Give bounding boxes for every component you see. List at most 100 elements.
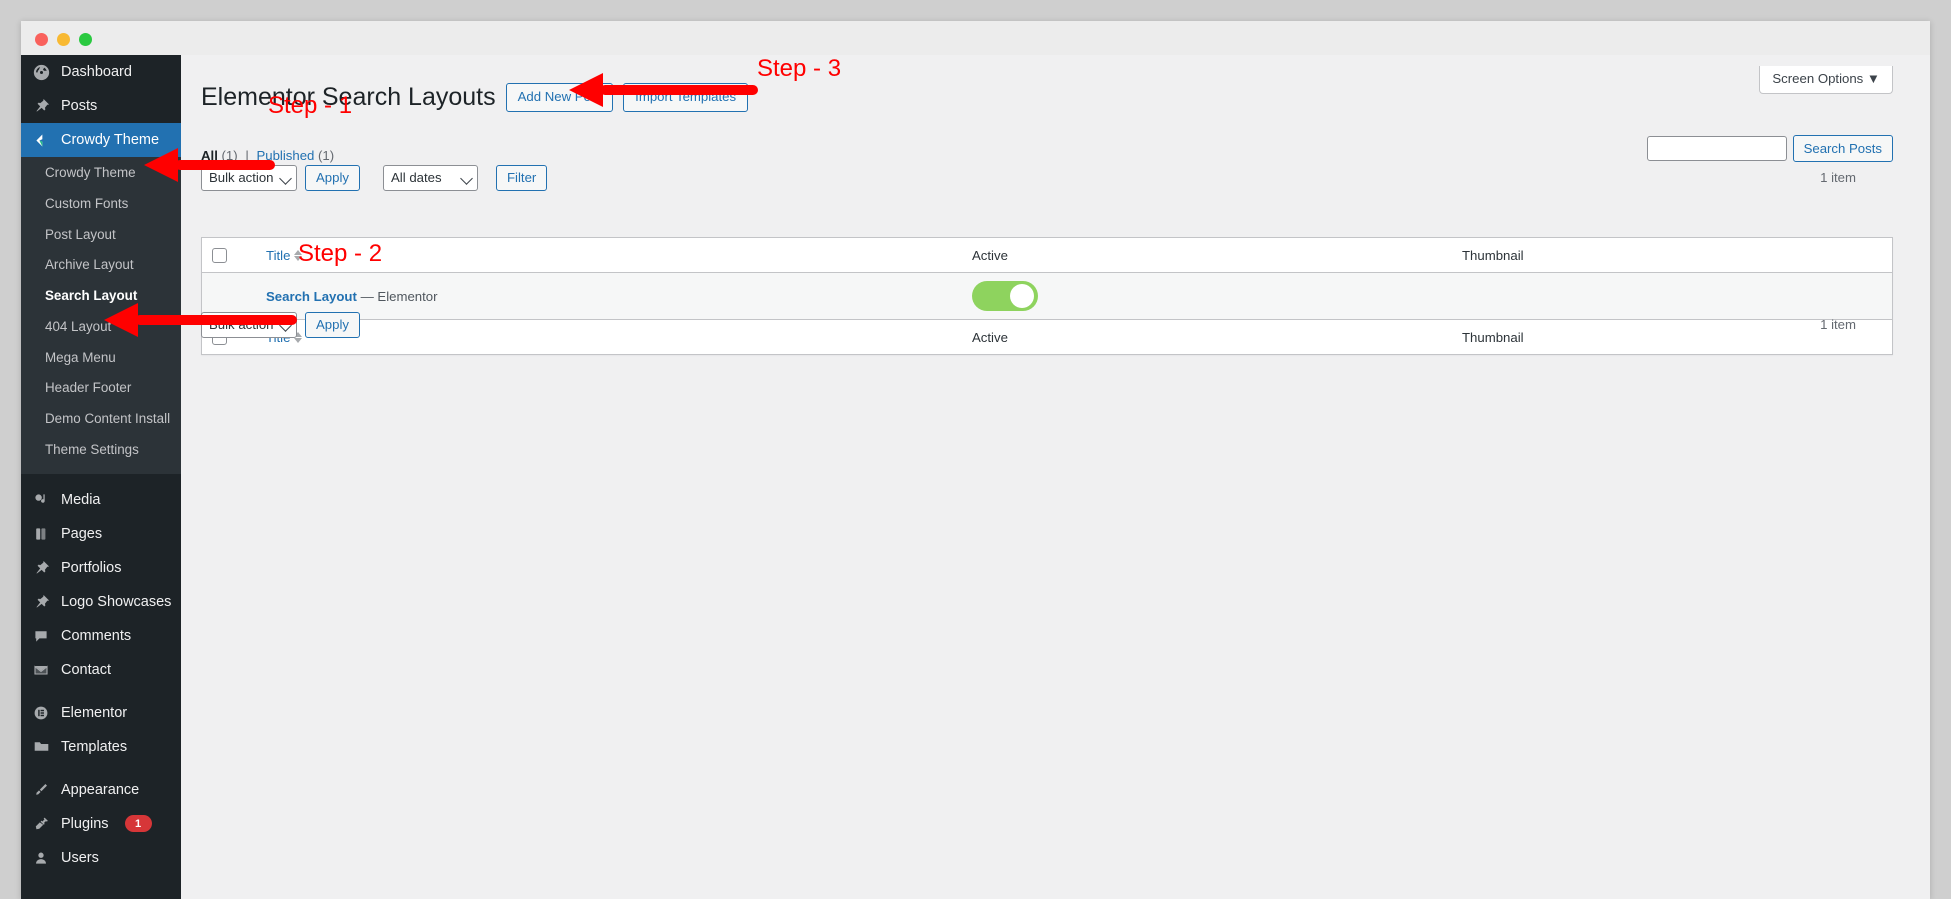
select-all-checkbox[interactable] [212, 248, 227, 263]
dashboard-icon [31, 62, 51, 82]
sidebar-item-label: Portfolios [61, 559, 122, 576]
sidebar-subitem-post-layout[interactable]: Post Layout [21, 220, 181, 251]
displaying-num-top: 1 item [1820, 170, 1856, 185]
crowdy-theme-icon [31, 130, 51, 150]
column-header-active: Active [962, 238, 1452, 273]
sidebar-item-logo-showcases[interactable]: Logo Showcases [21, 585, 181, 619]
pin-icon [31, 592, 51, 612]
sidebar-item-label: Appearance [61, 781, 140, 798]
search-box: Search Posts [1646, 135, 1893, 162]
sidebar-subitem-header-footer[interactable]: Header Footer [21, 373, 181, 404]
admin-sidebar: Dashboard Posts Crowdy Theme Crowdy Them… [21, 55, 181, 899]
sidebar-item-label: Logo Showcases [61, 593, 172, 610]
pin-icon [31, 558, 51, 578]
sidebar-item-label: Pages [61, 525, 103, 542]
sidebar-item-label: Contact [61, 661, 111, 678]
bulk-actions-select-top[interactable]: Bulk actions [201, 165, 297, 191]
sidebar-item-dashboard[interactable]: Dashboard [21, 55, 181, 89]
sidebar-item-plugins[interactable]: Plugins 1 [21, 807, 181, 841]
column-label-title: Title [266, 247, 291, 263]
sidebar-item-elementor[interactable]: Elementor [21, 696, 181, 730]
search-input[interactable] [1646, 136, 1787, 161]
sidebar-item-pages[interactable]: Pages [21, 517, 181, 551]
window-titlebar [21, 21, 1930, 55]
sidebar-item-label: Dashboard [61, 64, 132, 80]
sidebar-item-label: Elementor [61, 704, 128, 721]
post-status-filters: All (1) | Published (1) [201, 146, 334, 166]
sidebar-item-contact[interactable]: Contact [21, 653, 181, 687]
sidebar-item-posts[interactable]: Posts [21, 89, 181, 123]
sidebar-item-appearance[interactable]: Appearance [21, 773, 181, 807]
sidebar-separator [21, 687, 181, 696]
sidebar-separator [21, 474, 181, 483]
user-icon [31, 848, 51, 868]
minimize-window-icon[interactable] [57, 33, 70, 46]
column-header-title[interactable]: Title [256, 238, 962, 273]
column-header-thumbnail: Thumbnail [1452, 238, 1892, 273]
filter-all-count: (1) [221, 148, 238, 163]
apply-button-bottom[interactable]: Apply [305, 312, 360, 338]
maximize-window-icon[interactable] [79, 33, 92, 46]
date-filter-select[interactable]: All dates [383, 165, 478, 191]
filter-published-count: (1) [318, 148, 335, 163]
active-toggle[interactable] [972, 281, 1038, 311]
tablenav-bottom: Bulk actions Apply 1 item [201, 312, 1893, 338]
sidebar-subitem-theme-settings[interactable]: Theme Settings [21, 435, 181, 466]
traffic-lights [35, 33, 92, 46]
media-icon [31, 490, 51, 510]
pin-icon [31, 96, 51, 116]
comment-icon [31, 626, 51, 646]
row-title-link[interactable]: Search Layout [266, 289, 357, 304]
sidebar-subitem-crowdy-theme[interactable]: Crowdy Theme [21, 158, 181, 189]
sidebar-subitem-custom-fonts[interactable]: Custom Fonts [21, 189, 181, 220]
table-header-row: Title Active Thumbnail [202, 238, 1892, 273]
sidebar-item-label: Templates [61, 738, 128, 755]
sidebar-item-label: Posts [61, 98, 98, 114]
apply-button-top[interactable]: Apply [305, 165, 360, 191]
close-window-icon[interactable] [35, 33, 48, 46]
sidebar-item-media[interactable]: Media [21, 483, 181, 517]
search-posts-button[interactable]: Search Posts [1792, 135, 1893, 162]
sidebar-item-label: Media [61, 491, 101, 508]
sidebar-subitem-search-layout[interactable]: Search Layout [21, 281, 181, 312]
bulk-actions-select-bottom[interactable]: Bulk actions [201, 312, 297, 338]
sidebar-item-label: Plugins [61, 815, 109, 832]
folder-icon [31, 737, 51, 757]
sidebar-subitem-404-layout[interactable]: 404 Layout [21, 312, 181, 343]
import-templates-button[interactable]: Import Templates [623, 82, 749, 112]
sidebar-item-crowdy-theme[interactable]: Crowdy Theme [21, 123, 181, 157]
plugin-icon [31, 814, 51, 834]
filter-separator: | [245, 148, 249, 163]
sidebar-item-label: Users [61, 849, 99, 866]
displaying-num-bottom: 1 item [1820, 317, 1856, 332]
page-title: Elementor Search Layouts [201, 83, 496, 111]
sidebar-subitem-mega-menu[interactable]: Mega Menu [21, 343, 181, 374]
sidebar-item-label: Crowdy Theme [61, 132, 160, 148]
sort-title-link[interactable]: Title [266, 247, 303, 263]
bulk-actions-select-bottom-wrap: Bulk actions [201, 312, 297, 338]
sidebar-subitem-archive-layout[interactable]: Archive Layout [21, 250, 181, 281]
page-header: Elementor Search Layouts Add New Post Im… [201, 81, 749, 114]
bulk-actions-select-top-wrap: Bulk actions [201, 165, 297, 191]
plugins-update-badge: 1 [124, 815, 152, 832]
date-filter-select-wrap: All dates [383, 165, 478, 191]
add-new-post-button[interactable]: Add New Post [505, 82, 614, 112]
sort-indicator-icon [294, 249, 303, 261]
sidebar-subitem-demo-content-install[interactable]: Demo Content Install [21, 404, 181, 435]
sidebar-separator [21, 764, 181, 773]
crowdy-theme-submenu: Crowdy Theme Custom Fonts Post Layout Ar… [21, 157, 181, 474]
select-all-header [202, 238, 256, 273]
sidebar-item-users[interactable]: Users [21, 841, 181, 875]
sidebar-item-label: Comments [61, 627, 132, 644]
filter-all-link[interactable]: All [201, 148, 218, 163]
filter-button[interactable]: Filter [496, 165, 548, 191]
sidebar-item-templates[interactable]: Templates [21, 730, 181, 764]
envelope-icon [31, 660, 51, 680]
tablenav-top: Bulk actions Apply All dates Filter 1 it… [201, 165, 1893, 191]
sidebar-item-portfolios[interactable]: Portfolios [21, 551, 181, 585]
admin-content: Screen Options ▼ Elementor Search Layout… [181, 55, 1930, 899]
filter-published-link[interactable]: Published [256, 148, 314, 163]
browser-window: Dashboard Posts Crowdy Theme Crowdy Them… [21, 21, 1930, 899]
sidebar-item-comments[interactable]: Comments [21, 619, 181, 653]
elementor-icon [31, 703, 51, 723]
